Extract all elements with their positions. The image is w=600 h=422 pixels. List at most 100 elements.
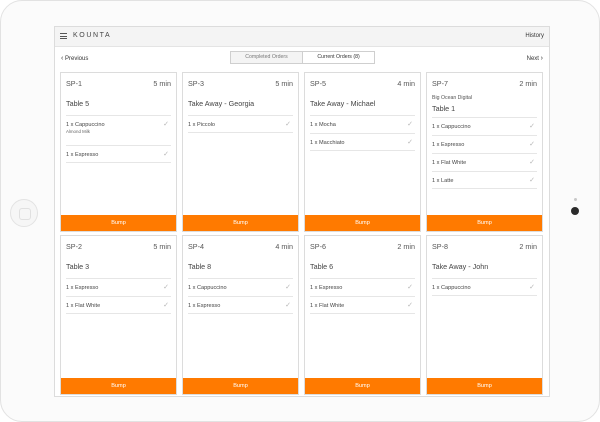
order-number: SP-5 xyxy=(310,79,326,88)
tab-current-orders[interactable]: Current Orders (8) xyxy=(302,52,374,63)
order-number: SP-4 xyxy=(188,242,204,251)
order-item-label: 1 x Espresso xyxy=(310,285,343,291)
order-card[interactable]: SP-6 2 min Table 61 x Espresso ✓ 1 x Flat Wh… xyxy=(304,235,421,395)
order-item[interactable]: 1 x Flat White ✓ xyxy=(432,153,537,171)
order-item[interactable]: 1 x Macchiato ✓ xyxy=(310,133,415,151)
order-item[interactable]: 1 x Cappuccino Almond Milk ✓ xyxy=(66,115,171,145)
check-icon[interactable]: ✓ xyxy=(163,150,169,158)
order-item[interactable]: 1 x Cappuccino ✓ xyxy=(188,278,293,296)
check-icon[interactable]: ✓ xyxy=(529,283,535,291)
order-title: Table 8 xyxy=(188,262,212,271)
home-button[interactable] xyxy=(10,199,38,227)
order-items: 1 x Cappuccino ✓ xyxy=(432,278,537,296)
order-item-label: 1 x Flat White xyxy=(432,160,467,166)
hamburger-icon[interactable] xyxy=(60,33,67,40)
order-card[interactable]: SP-8 2 min Take Away - John 1 x Cappuccino ✓… xyxy=(426,235,543,395)
order-items: 1 x Espresso ✓ 1 x Flat White ✓ xyxy=(310,278,415,314)
sensor-dot xyxy=(574,198,577,201)
order-item[interactable]: 1 x Cappuccino ✓ xyxy=(432,117,537,135)
check-icon[interactable]: ✓ xyxy=(529,140,535,148)
order-items: 1 x Mocha ✓ 1 x Macchiato ✓ xyxy=(310,115,415,151)
order-items: 1 x Cappuccino ✓ 1 x Espresso ✓ 1 x Flat Whi… xyxy=(432,117,537,189)
tab-completed-orders[interactable]: Completed Orders xyxy=(231,52,302,63)
order-number: SP-2 xyxy=(66,242,82,251)
order-elapsed-time: 5 min xyxy=(275,79,293,88)
order-card[interactable]: SP-5 4 min Take Away - Michael 1 x Mocha ✓ 1 … xyxy=(304,72,421,232)
order-item-label: 1 x Cappuccino xyxy=(66,122,105,128)
chevron-left-icon: ‹ xyxy=(61,55,64,62)
order-item[interactable]: 1 x Cappuccino ✓ xyxy=(432,278,537,296)
check-icon[interactable]: ✓ xyxy=(407,301,413,309)
order-header: SP-4 4 min xyxy=(188,242,293,251)
order-item-label: 1 x Macchiato xyxy=(310,140,345,146)
order-item[interactable]: 1 x Espresso ✓ xyxy=(432,135,537,153)
check-icon[interactable]: ✓ xyxy=(407,138,413,146)
order-card[interactable]: SP-1 5 min Table 5 1 x Cappuccino Almond Mil… xyxy=(60,72,177,232)
bump-button[interactable]: Bump xyxy=(427,378,542,394)
check-icon[interactable]: ✓ xyxy=(163,301,169,309)
order-item[interactable]: 1 x Espresso ✓ xyxy=(66,278,171,296)
order-item-label: 1 x Latte xyxy=(432,178,454,184)
camera-lens xyxy=(571,207,579,215)
app-screen: KOUNTA History ‹ Previous Completed Orde… xyxy=(54,26,550,397)
order-number: SP-1 xyxy=(66,79,82,88)
order-title: Table 6 xyxy=(310,262,334,271)
check-icon[interactable]: ✓ xyxy=(407,120,413,128)
order-item[interactable]: 1 x Espresso ✓ xyxy=(66,145,171,163)
bump-button[interactable]: Bump xyxy=(61,215,176,231)
order-card[interactable]: SP-3 5 min Take Away - Georgia 1 x Piccolo ✓… xyxy=(182,72,299,232)
order-item-label: 1 x Flat White xyxy=(66,303,101,309)
order-number: SP-6 xyxy=(310,242,326,251)
order-elapsed-time: 4 min xyxy=(275,242,293,251)
order-item[interactable]: 1 x Espresso ✓ xyxy=(310,278,415,296)
order-item-label: 1 x Piccolo xyxy=(188,122,216,128)
bump-button[interactable]: Bump xyxy=(183,215,298,231)
order-title: Table 1 xyxy=(432,104,456,113)
order-card[interactable]: SP-7 2 min Big Ocean Digital Table 1 1 x Cap… xyxy=(426,72,543,232)
order-item[interactable]: 1 x Mocha ✓ xyxy=(310,115,415,133)
order-item[interactable]: 1 x Piccolo ✓ xyxy=(188,115,293,133)
order-header: SP-8 2 min xyxy=(432,242,537,251)
previous-button[interactable]: ‹ Previous xyxy=(61,55,88,62)
order-header: SP-1 5 min xyxy=(66,79,171,88)
check-icon[interactable]: ✓ xyxy=(285,120,291,128)
previous-label: Previous xyxy=(65,56,89,62)
order-number: SP-7 xyxy=(432,79,448,88)
order-number: SP-3 xyxy=(188,79,204,88)
bump-button[interactable]: Bump xyxy=(305,215,420,231)
order-elapsed-time: 5 min xyxy=(153,242,171,251)
order-item[interactable]: 1 x Latte ✓ xyxy=(432,171,537,189)
check-icon[interactable]: ✓ xyxy=(163,120,169,128)
order-item[interactable]: 1 x Espresso ✓ xyxy=(188,296,293,314)
check-icon[interactable]: ✓ xyxy=(407,283,413,291)
bump-button[interactable]: Bump xyxy=(427,215,542,231)
bump-button[interactable]: Bump xyxy=(61,378,176,394)
check-icon[interactable]: ✓ xyxy=(529,158,535,166)
order-elapsed-time: 5 min xyxy=(153,79,171,88)
bump-button[interactable]: Bump xyxy=(183,378,298,394)
order-item-label: 1 x Espresso xyxy=(66,285,99,291)
order-header: SP-6 2 min xyxy=(310,242,415,251)
check-icon[interactable]: ✓ xyxy=(285,283,291,291)
order-card[interactable]: SP-4 4 min Table 81 x Cappuccino ✓ 1 x Espre… xyxy=(182,235,299,395)
bump-button[interactable]: Bump xyxy=(305,378,420,394)
app-logo: KOUNTA xyxy=(73,32,112,39)
order-item-label: 1 x Flat White xyxy=(310,303,345,309)
next-label: Next xyxy=(526,56,539,62)
check-icon[interactable]: ✓ xyxy=(285,301,291,309)
order-item[interactable]: 1 x Flat White ✓ xyxy=(66,296,171,314)
check-icon[interactable]: ✓ xyxy=(529,176,535,184)
check-icon[interactable]: ✓ xyxy=(529,122,535,130)
order-items: 1 x Piccolo ✓ xyxy=(188,115,293,133)
tablet-frame: KOUNTA History ‹ Previous Completed Orde… xyxy=(0,0,600,422)
order-nav-bar: ‹ Previous Completed Orders Current Orde… xyxy=(55,47,549,70)
order-item[interactable]: 1 x Flat White ✓ xyxy=(310,296,415,314)
check-icon[interactable]: ✓ xyxy=(163,283,169,291)
order-items: 1 x Cappuccino ✓ 1 x Espresso ✓ xyxy=(188,278,293,314)
chevron-right-icon: › xyxy=(540,55,543,62)
order-item-label: 1 x Espresso xyxy=(188,303,221,309)
next-button[interactable]: Next › xyxy=(527,55,543,62)
order-card[interactable]: SP-2 5 min Table 31 x Espresso ✓ 1 x Flat Wh… xyxy=(60,235,177,395)
history-link[interactable]: History xyxy=(525,33,544,39)
order-item-label: 1 x Cappuccino xyxy=(188,285,227,291)
